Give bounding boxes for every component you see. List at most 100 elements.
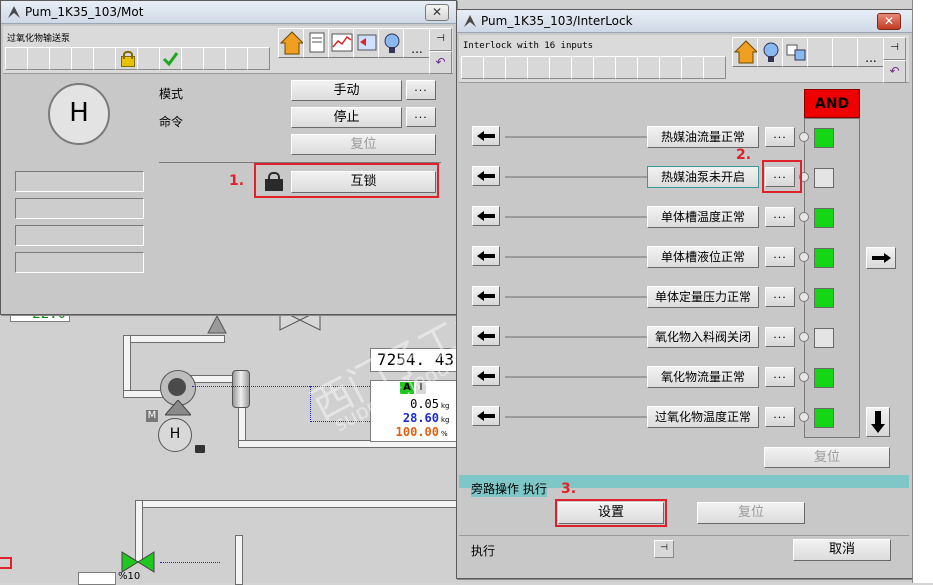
condition-3-more-button[interactable]: ... — [765, 207, 795, 227]
il-tool-slot-6[interactable] — [571, 56, 594, 79]
condition-1-more-button[interactable]: ... — [765, 127, 795, 147]
condition-2-arrow-button[interactable] — [472, 166, 500, 186]
il-tool-slot-8[interactable] — [615, 56, 638, 79]
il-undo-icon[interactable]: ↶ — [883, 60, 906, 83]
condition-6-arrow-button[interactable] — [472, 326, 500, 346]
condition-7-arrow-button[interactable] — [472, 366, 500, 386]
group-icon[interactable] — [782, 37, 810, 67]
home-icon[interactable] — [278, 28, 306, 58]
pump-faceplate-icon[interactable]: H — [158, 418, 192, 452]
il-more-tools-button[interactable]: ... — [857, 37, 885, 67]
mode-value-button[interactable]: 手动 — [291, 80, 402, 101]
il-tool-slot-1[interactable] — [461, 56, 484, 79]
mot-window: Pum_1K35_103/Mot ✕ 过氧化物输送泵 ... ⊣ ↶ H 模式 … — [0, 0, 457, 315]
il-tool-slot-4[interactable] — [527, 56, 550, 79]
condition-6-label[interactable]: 氧化物入料阀关闭 — [647, 326, 759, 348]
app-icon — [464, 15, 476, 27]
condition-3-label[interactable]: 单体槽温度正常 — [647, 206, 759, 228]
filter-vessel-icon[interactable] — [232, 370, 250, 408]
mot-tool-slot-10[interactable] — [203, 47, 226, 70]
mot-more-tools-button[interactable]: ... — [403, 28, 431, 58]
condition-6-status — [814, 328, 834, 348]
mode-more-button[interactable]: ... — [406, 80, 436, 100]
mot-titlebar[interactable]: Pum_1K35_103/Mot ✕ — [1, 1, 456, 24]
check-icon — [162, 52, 179, 67]
command-value-button[interactable]: 停止 — [291, 107, 402, 128]
pump-mode-badge: M — [146, 410, 158, 422]
condition-5-node — [799, 292, 809, 302]
condition-5-arrow-button[interactable] — [472, 286, 500, 306]
condition-5-label[interactable]: 单体定量压力正常 — [647, 286, 759, 308]
mot-check-tool[interactable] — [159, 47, 182, 70]
condition-3-arrow-button[interactable] — [472, 206, 500, 226]
mot-tool-slot-7[interactable] — [137, 47, 160, 70]
mot-pin-icon[interactable]: ⊣ — [429, 28, 452, 51]
condition-8-more-button[interactable]: ... — [765, 407, 795, 427]
mot-tool-slot-3[interactable] — [49, 47, 72, 70]
il-tool-slot-5[interactable] — [549, 56, 572, 79]
mot-status-field-2 — [15, 198, 144, 219]
condition-1-arrow-button[interactable] — [472, 126, 500, 146]
mot-tool-slot-11[interactable] — [225, 47, 248, 70]
mot-tool-slot-12[interactable] — [247, 47, 270, 70]
mot-tool-slot-9[interactable] — [181, 47, 204, 70]
right-edge-strip — [912, 0, 933, 583]
condition-8-label[interactable]: 过氧化物温度正常 — [647, 406, 759, 428]
condition-4-arrow-button[interactable] — [472, 246, 500, 266]
condition-7-label[interactable]: 氧化物流量正常 — [647, 366, 759, 388]
il-tool-empty-1[interactable] — [807, 37, 835, 67]
condition-4-more-button[interactable]: ... — [765, 247, 795, 267]
condition-3-line — [505, 216, 647, 218]
mot-lock-tool[interactable] — [115, 47, 138, 70]
condition-2-label[interactable]: 热媒油泵未开启 — [647, 166, 759, 188]
scroll-down-button[interactable] — [866, 407, 890, 437]
condition-5-more-button[interactable]: ... — [765, 287, 795, 307]
interlock-titlebar[interactable]: Pum_1K35_103/InterLock ✕ — [457, 10, 912, 33]
step-1-marker: 1. — [229, 173, 245, 189]
pipe-lower-horizontal — [135, 500, 457, 508]
document-icon[interactable] — [303, 28, 331, 58]
il-tool-empty-2[interactable] — [832, 37, 860, 67]
mot-close-button[interactable]: ✕ — [425, 4, 449, 21]
condition-1-label[interactable]: 热媒油流量正常 — [647, 126, 759, 148]
il-tool-slot-2[interactable] — [483, 56, 506, 79]
il-pin-icon[interactable]: ⊣ — [883, 37, 906, 60]
il-tool-slot-9[interactable] — [637, 56, 660, 79]
condition-6-more-button[interactable]: ... — [765, 327, 795, 347]
tag-icon[interactable] — [378, 28, 406, 58]
mot-tool-slot-1[interactable] — [5, 47, 28, 70]
il-tool-slot-7[interactable] — [593, 56, 616, 79]
interlock-button[interactable]: 互锁 — [291, 171, 436, 193]
command-more-button[interactable]: ... — [406, 107, 436, 127]
valve-top-icon[interactable] — [206, 316, 228, 334]
mot-status-field-3 — [15, 225, 144, 246]
faceplate-icon[interactable] — [353, 28, 381, 58]
il-tool-slot-10[interactable] — [659, 56, 682, 79]
mot-tool-slot-2[interactable] — [27, 47, 50, 70]
cancel-button[interactable]: 取消 — [793, 539, 891, 561]
bypass-set-button[interactable]: 设置 — [558, 502, 664, 524]
tag-icon[interactable] — [757, 37, 785, 67]
pipe-horizontal-top — [123, 335, 225, 343]
home-icon[interactable] — [732, 37, 760, 67]
condition-1-status — [814, 128, 834, 148]
interlock-reset-button[interactable]: 复位 — [764, 447, 890, 468]
il-tool-slot-12[interactable] — [703, 56, 726, 79]
condition-4-label[interactable]: 单体槽液位正常 — [647, 246, 759, 268]
mot-tool-slot-5[interactable] — [93, 47, 116, 70]
condition-8-arrow-button[interactable] — [472, 406, 500, 426]
condition-7-more-button[interactable]: ... — [765, 367, 795, 387]
mot-tool-slot-4[interactable] — [71, 47, 94, 70]
mode-label: 模式 — [159, 87, 184, 101]
signal-line-lower-valve — [160, 562, 220, 563]
mot-reset-button[interactable]: 复位 — [291, 134, 436, 155]
bypass-reset-button[interactable]: 复位 — [697, 502, 805, 524]
interlock-close-button[interactable]: ✕ — [877, 13, 901, 30]
il-tool-slot-11[interactable] — [681, 56, 704, 79]
interlock-window-title: Pum_1K35_103/InterLock — [481, 14, 633, 28]
mot-undo-icon[interactable]: ↶ — [429, 51, 452, 74]
il-tool-slot-3[interactable] — [505, 56, 528, 79]
execute-pin-icon[interactable]: ⊣ — [654, 540, 674, 558]
trend-icon[interactable] — [328, 28, 356, 58]
output-arrow-button[interactable] — [866, 247, 896, 269]
